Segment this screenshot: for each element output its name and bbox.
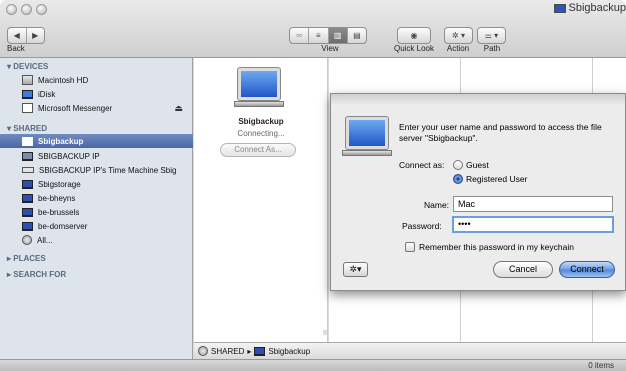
path-button[interactable]: ⚌ ▾ [477,27,506,44]
server-large-icon-base [342,150,392,156]
view-control: ▫▫ ≡ ▥ ▤ [289,27,367,44]
idisk-icon [22,89,33,99]
name-field[interactable]: Mac [453,196,613,212]
path-bar: SHARED ▸ Sbigbackup [194,342,626,359]
server-icon [22,207,33,217]
password-label: Password: [402,221,442,231]
zoom-window-button[interactable] [36,4,47,15]
registered-user-label: Registered User [466,174,528,184]
hard-drive-icon [22,75,33,85]
back-forward-control: ◀ ▶ [7,27,45,44]
gear-icon: ✲ ▾ [452,31,465,40]
dialog-message: Enter your user name and password to acc… [399,122,602,143]
shared-header[interactable]: ▾ SHARED [7,124,47,133]
sidebar: ▾ DEVICES Macintosh HD iDisk Microsoft M… [0,58,193,359]
quicklook-button[interactable]: ◉ [397,27,431,44]
sidebar-item-sbigbackup-ip[interactable]: SBIGBACKUP IP [7,149,193,163]
icon-view-icon: ▫▫ [296,31,302,40]
server-name: Sbigbackup [238,117,284,126]
login-dialog: Enter your user name and password to acc… [330,93,626,291]
path-label: Path [483,44,501,53]
cancel-button[interactable]: Cancel [493,261,553,278]
eject-icon[interactable]: ⏏ [174,103,183,114]
network-computer-icon [22,151,33,161]
column-view-icon: ▥ [333,31,342,40]
path-separator: ▸ [247,346,252,356]
column-view-button[interactable]: ▥ [328,28,348,43]
places-header[interactable]: ▸ PLACES [7,254,46,263]
guest-radio[interactable] [453,160,463,170]
close-window-button[interactable] [6,4,17,15]
sidebar-item-idisk[interactable]: iDisk [7,87,193,101]
column-resize-handle[interactable]: II [323,330,327,337]
password-field[interactable]: •••• [452,216,614,233]
search-for-header[interactable]: ▸ SEARCH FOR [7,270,66,279]
status-bar: 0 items [0,359,626,371]
sidebar-item-be-domserver[interactable]: be-domserver [7,219,193,233]
server-icon [22,179,33,189]
path-current[interactable]: Sbigbackup [268,347,310,356]
coverflow-view-icon: ▤ [353,31,361,40]
sidebar-item-sbigstorage[interactable]: Sbigstorage [7,177,193,191]
action-label: Action [446,44,470,53]
name-label: Name: [424,200,450,210]
toolbar: Sbigbackup ◀ ▶ Back ▫▫ ≡ ▥ ▤ View ◉ Quic… [0,0,626,58]
sidebar-item-be-brussels[interactable]: be-brussels [7,205,193,219]
server-icon [22,193,33,203]
list-view-button[interactable]: ≡ [309,28,329,43]
connect-as-label: Connect as: [399,160,445,170]
server-icon [22,221,33,231]
sidebar-item-be-bheyns[interactable]: be-bheyns [7,191,193,205]
path-shared[interactable]: SHARED [211,347,244,356]
remember-password-label: Remember this password in my keychain [419,242,574,252]
quicklook-label: Quick Look [393,44,435,53]
connect-button[interactable]: Connect [559,261,615,278]
server-icon [22,136,33,146]
view-label: View [321,44,339,53]
minimize-window-button[interactable] [21,4,32,15]
list-view-icon: ≡ [316,31,321,40]
guest-label: Guest [466,160,489,170]
sidebar-item-macintosh-hd[interactable]: Macintosh HD [7,73,193,87]
time-capsule-icon [22,167,34,173]
server-large-icon-base [234,101,284,107]
globe-icon [198,346,208,356]
back-arrow-icon: ◀ [13,31,20,40]
connection-status: Connecting... [237,129,285,138]
window-title: Sbigbackup [553,2,626,14]
gear-icon: ✲▾ [349,264,362,274]
gear-menu-button[interactable]: ✲▾ [343,262,368,277]
path-icon: ⚌ ▾ [484,31,499,40]
coverflow-view-button[interactable]: ▤ [348,28,366,43]
forward-arrow-icon: ▶ [32,31,39,40]
registered-user-radio[interactable] [453,174,463,184]
server-icon [254,346,266,356]
globe-icon [22,235,32,245]
remember-password-checkbox[interactable] [405,242,415,252]
server-icon [553,3,566,13]
sidebar-item-all[interactable]: All... [7,233,193,247]
disk-image-icon [22,103,33,113]
devices-header[interactable]: ▾ DEVICES [7,62,48,71]
server-large-icon [237,67,281,101]
item-count: 0 items [588,361,614,370]
sidebar-item-time-machine[interactable]: SBIGBACKUP IP's Time Machine Sbig [7,163,193,177]
connect-as-button[interactable]: Connect As... [220,143,296,157]
eye-icon: ◉ [410,31,418,40]
icon-view-button[interactable]: ▫▫ [290,28,310,43]
finder-window: Sbigbackup ◀ ▶ Back ▫▫ ≡ ▥ ▤ View ◉ Quic… [0,0,626,371]
action-button[interactable]: ✲ ▾ [444,27,473,44]
forward-button[interactable]: ▶ [27,28,45,43]
back-label: Back [7,44,25,53]
server-large-icon [345,116,389,150]
sidebar-item-sbigbackup[interactable]: Sbigbackup [0,134,193,148]
sheet-header [331,94,625,104]
back-button[interactable]: ◀ [8,28,27,43]
sidebar-item-microsoft-messenger[interactable]: Microsoft Messenger ⏏ [7,101,193,115]
